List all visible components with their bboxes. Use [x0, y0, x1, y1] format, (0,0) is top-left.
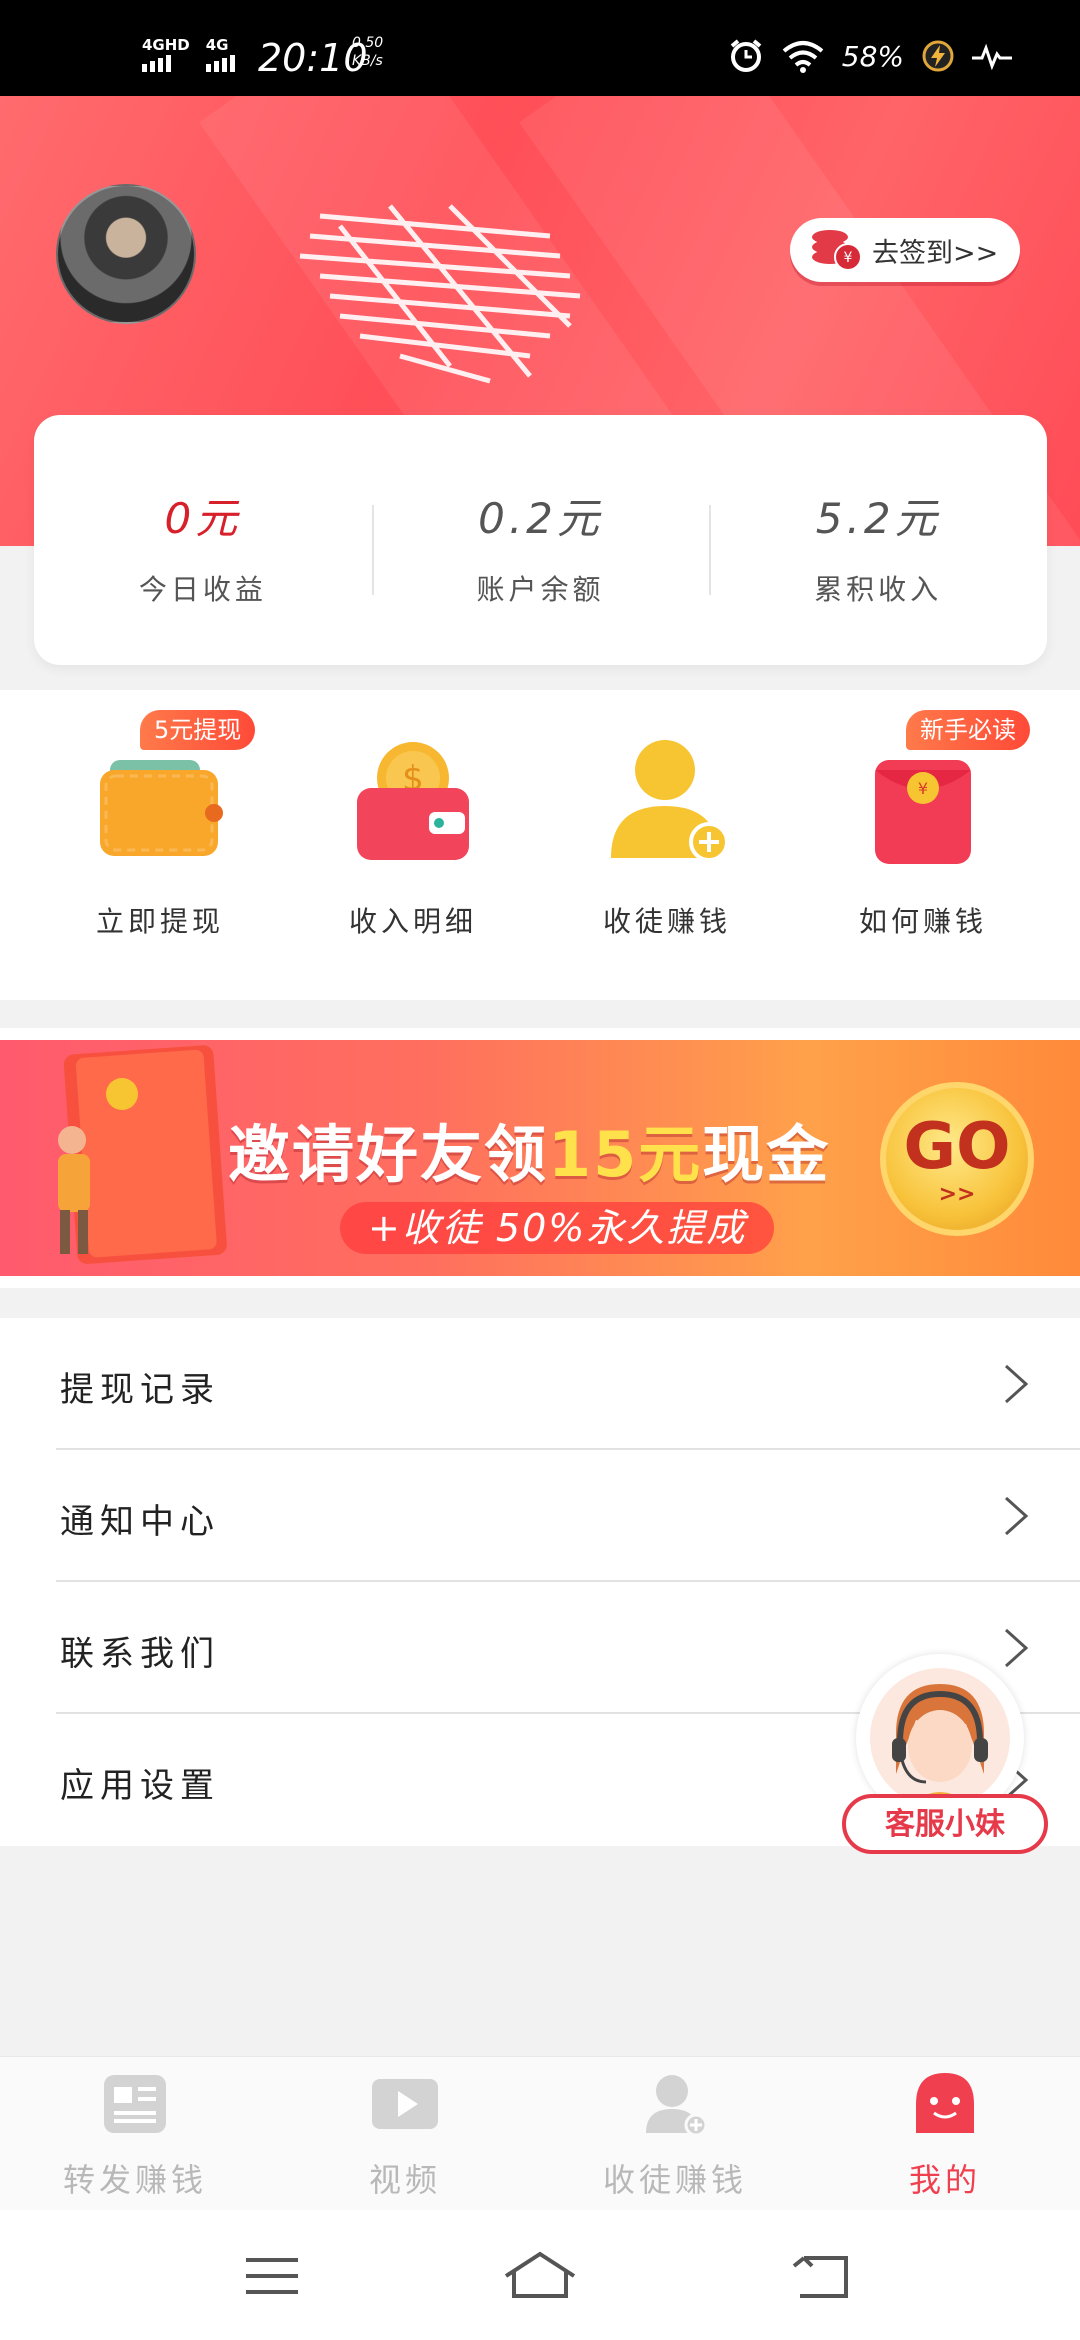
action-label: 收徒赚钱 [602, 905, 731, 938]
system-navigation-bar [0, 2210, 1080, 2340]
add-user-icon [611, 740, 729, 862]
svg-text:¥: ¥ [918, 779, 928, 798]
network-indicator: 4GHD 4G [142, 36, 248, 72]
stat-today-earnings[interactable]: 0元 今日收益 [34, 415, 372, 665]
tab-share-earn[interactable]: 转发赚钱 [0, 2057, 270, 2211]
banner-title-part: 邀请好友领 [228, 1118, 549, 1191]
red-envelope-illustration [58, 1045, 227, 1264]
tab-recruit-earn[interactable]: 收徒赚钱 [540, 2057, 810, 2211]
go-label: GO [903, 1110, 1011, 1184]
avatar[interactable] [56, 184, 196, 324]
battery-level: 58% [841, 39, 904, 73]
stat-account-balance[interactable]: 0.2元 账户余额 [371, 415, 710, 665]
tab-label: 收徒赚钱 [602, 2161, 747, 2199]
svg-text:¥: ¥ [844, 250, 853, 266]
banner-title-part: 现金 [702, 1118, 831, 1191]
sign-in-label: 去签到>> [872, 237, 999, 269]
stat-label: 今日收益 [138, 573, 267, 606]
home-icon[interactable] [500, 2246, 580, 2306]
stat-value: 0元 [164, 494, 242, 543]
tab-label: 我的 [908, 2161, 981, 2199]
signal-icon-2: 4G [205, 36, 238, 72]
network-speed: 0.50 KB/s [352, 34, 383, 70]
menu-item-label: 提现记录 [60, 1370, 220, 1410]
charging-icon [922, 40, 954, 72]
action-label: 立即提现 [95, 905, 224, 938]
menu-item-label: 应用设置 [60, 1766, 220, 1806]
beginner-badge: 新手必读 [906, 710, 1030, 750]
customer-service-float[interactable]: 客服小妹 [842, 1654, 1048, 1854]
bottom-tab-bar: 转发赚钱 视频 收徒赚钱 我的 [0, 2056, 1080, 2210]
signal-icon: 4GHD [142, 36, 190, 72]
tab-mine[interactable]: 我的 [810, 2057, 1080, 2211]
sign-in-button[interactable]: ¥ 去签到>> [790, 218, 1020, 282]
network-type-1: 4GHD [142, 36, 190, 54]
network-type-2: 4G [205, 36, 229, 54]
action-label: 收入明细 [348, 905, 477, 938]
go-arrow: >> [938, 1182, 976, 1207]
smile-face-icon [916, 2073, 974, 2133]
add-user-icon [646, 2075, 708, 2137]
earnings-card: 0元 今日收益 0.2元 账户余额 5.2元 累积收入 [34, 415, 1047, 665]
withdraw-badge: 5元提现 [140, 710, 256, 750]
stat-value: 0.2元 [478, 494, 603, 543]
banner-title: 邀请好友领15元现金 [228, 1104, 830, 1194]
stat-label: 账户余额 [476, 573, 605, 606]
coin-purse-icon: $ [357, 742, 469, 860]
redacted-username-scribble [299, 204, 581, 384]
speed-unit: KB/s [352, 53, 383, 69]
menu-item-withdraw-records[interactable]: 提现记录 [0, 1318, 1080, 1450]
menu-item-label: 通知中心 [60, 1502, 220, 1542]
speed-value: 0.50 [352, 35, 384, 51]
tab-label: 转发赚钱 [62, 2161, 207, 2199]
banner-title-highlight: 15元 [548, 1118, 703, 1191]
back-icon[interactable] [784, 2246, 864, 2306]
action-label: 如何赚钱 [858, 905, 987, 938]
coin-stack-icon: ¥ [812, 230, 862, 271]
status-bar: 4GHD 4G 20:10 0.50 KB/s 58% [0, 0, 1080, 96]
tab-video[interactable]: 视频 [270, 2057, 540, 2211]
alarm-icon [730, 39, 762, 72]
activity-icon [972, 43, 1012, 70]
wifi-icon [782, 41, 824, 73]
menu-item-notification-center[interactable]: 通知中心 [0, 1450, 1080, 1582]
video-play-icon [372, 2079, 438, 2129]
invite-banner[interactable]: 邀请好友领15元现金 +收徒 50%永久提成 GO >> [0, 1028, 1080, 1288]
banner-subtitle: +收徒 50%永久提成 [340, 1202, 775, 1254]
menu-icon[interactable] [232, 2246, 312, 2306]
article-icon [104, 2075, 166, 2133]
chevron-right-icon [1004, 1496, 1029, 1536]
menu-item-label: 联系我们 [60, 1634, 220, 1674]
stat-label: 累积收入 [814, 573, 943, 606]
chevron-right-icon [1004, 1364, 1029, 1404]
red-envelope-icon: ¥ [875, 760, 971, 864]
stat-total-income[interactable]: 5.2元 累积收入 [709, 415, 1047, 665]
stat-value: 5.2元 [815, 494, 941, 543]
tab-label: 视频 [368, 2161, 441, 2199]
go-button[interactable]: GO >> [880, 1082, 1034, 1236]
quick-actions: 立即提现 5元提现 $ 收入明细 收徒赚钱 ¥ 如何赚钱 新手必读 [0, 690, 1080, 1000]
wallet-icon [100, 760, 223, 856]
status-icons: 58% [728, 38, 1012, 74]
banner-background: 邀请好友领15元现金 +收徒 50%永久提成 GO >> [0, 1040, 1080, 1276]
service-label: 客服小妹 [842, 1794, 1048, 1854]
